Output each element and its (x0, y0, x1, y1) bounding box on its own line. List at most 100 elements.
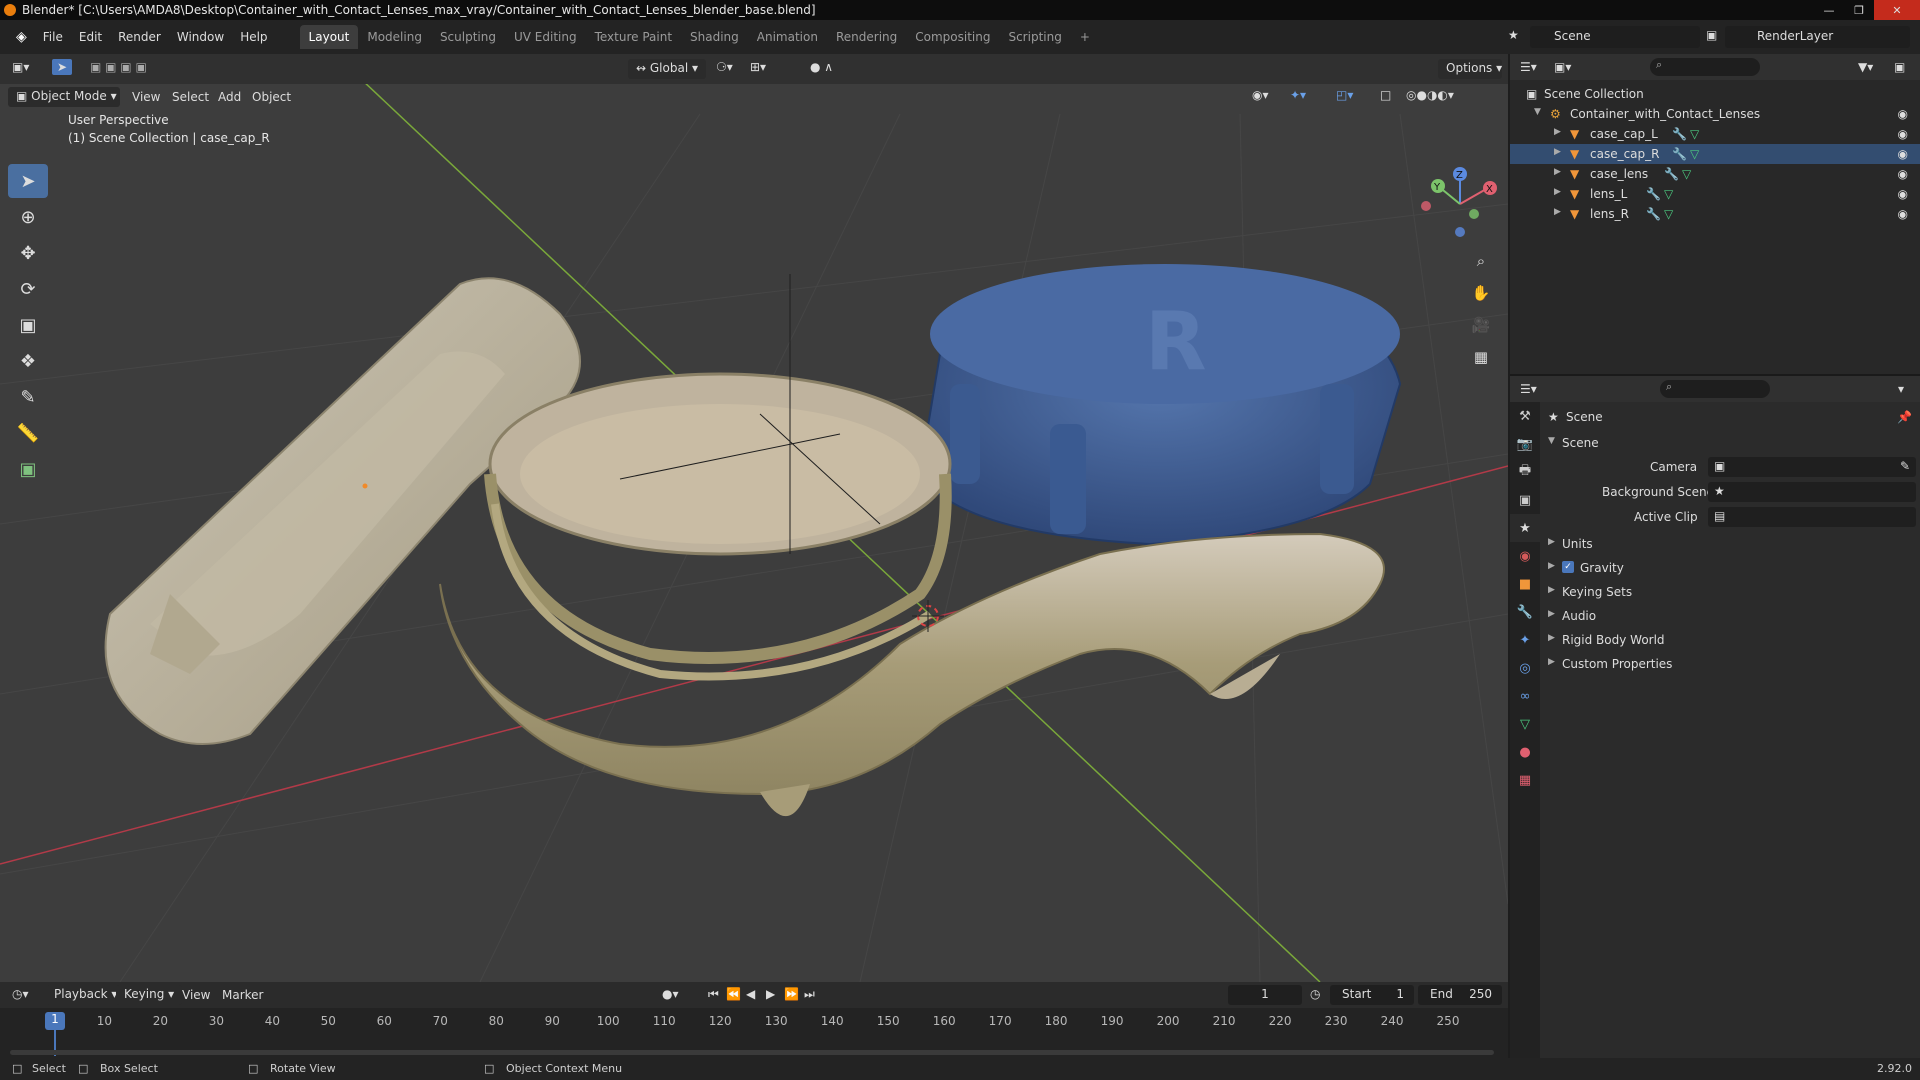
modifier-tab-icon[interactable]: 🔧 (1510, 598, 1540, 626)
play-reverse-icon[interactable]: ◀ (746, 987, 755, 1001)
active-clip-field[interactable]: ▤ (1708, 507, 1916, 527)
cursor-tool-icon[interactable]: ⊕ (8, 200, 48, 234)
pin-icon[interactable]: 📌 (1897, 410, 1912, 424)
tool-tab-icon[interactable]: ⚒ (1510, 402, 1540, 430)
menu-render[interactable]: Render (110, 30, 169, 44)
shading-modes-icons[interactable]: ◎●◑◐▾ (1406, 88, 1454, 102)
filter-icon[interactable]: ▼▾ (1858, 60, 1873, 74)
mesh-data-icon[interactable]: ▽ (1664, 207, 1673, 221)
outliner-row-case-cap-r[interactable]: ▶ ▼ case_cap_R 🔧 ▽ ◉ (1510, 144, 1920, 164)
eyedropper-icon[interactable]: ✎ (1900, 459, 1910, 473)
outliner-editor-icon[interactable]: ☰▾ (1520, 60, 1537, 74)
pan-hand-icon[interactable]: ✋ (1466, 278, 1496, 308)
blender-menu-icon[interactable]: ◈ (8, 29, 35, 45)
output-tab-icon[interactable]: 🖶 (1510, 458, 1540, 486)
outliner-row-lens-r[interactable]: ▶ ▼ lens_R 🔧 ▽ ◉ (1510, 204, 1920, 224)
add-workspace-button[interactable]: + (1071, 25, 1099, 49)
constraints-tab-icon[interactable]: ∞ (1510, 682, 1540, 710)
camera-field[interactable]: ▣ ✎ (1708, 457, 1916, 477)
3d-viewport[interactable]: R ▣▾ ➤ ▣ ▣ ▣ ▣ ↭ Global ▾ ⚆▾ ⊞▾ ● ∧ Opti… (0, 54, 1508, 982)
properties-search-input[interactable]: ⌕ (1660, 380, 1770, 398)
visibility-eye-icon[interactable]: ◉ (1898, 107, 1908, 121)
menu-object[interactable]: Object (252, 90, 291, 104)
scene-selector[interactable]: Scene (1530, 26, 1700, 48)
options-dropdown[interactable]: Options ▾ (1438, 59, 1502, 79)
minimize-button[interactable]: — (1814, 0, 1844, 20)
expand-toggle-icon[interactable]: ▼ (1534, 107, 1541, 117)
world-tab-icon[interactable]: ◉ (1510, 542, 1540, 570)
next-keyframe-icon[interactable]: ⏩ (784, 987, 799, 1001)
select-tool-icon[interactable]: ➤ (52, 59, 73, 75)
render-tab-icon[interactable]: 📷 (1510, 430, 1540, 458)
tab-modeling[interactable]: Modeling (358, 25, 431, 49)
tab-uv-editing[interactable]: UV Editing (505, 25, 586, 49)
new-collection-icon[interactable]: ▣ (1894, 60, 1905, 74)
editor-type-icon[interactable]: ▣▾ (12, 60, 29, 74)
case-cap-l-object[interactable] (104, 277, 581, 745)
keying-menu[interactable]: Keying ▾ (116, 985, 183, 1005)
tab-texture-paint[interactable]: Texture Paint (586, 25, 681, 49)
properties-options-icon[interactable]: ▾ (1898, 382, 1904, 396)
object-mode-dropdown[interactable]: ▣ Object Mode ▾ (8, 87, 120, 107)
overlays-icon[interactable]: ◰▾ (1336, 88, 1353, 102)
transform-tool-icon[interactable]: ❖ (8, 344, 48, 378)
proportional-edit-icon[interactable]: ● ∧ (810, 60, 833, 74)
jump-start-icon[interactable]: ⏮ (708, 987, 719, 1002)
select-mode-icons[interactable]: ▣ ▣ ▣ ▣ (90, 60, 147, 74)
audio-subpanel[interactable]: ▶ Audio (1540, 604, 1920, 628)
outliner-row-case-cap-l[interactable]: ▶ ▼ case_cap_L 🔧 ▽ ◉ (1510, 124, 1920, 144)
timeline-scrollbar[interactable] (10, 1050, 1494, 1055)
expand-toggle-icon[interactable]: ▶ (1554, 207, 1561, 217)
data-tab-icon[interactable]: ▽ (1510, 710, 1540, 738)
modifier-wrench-icon[interactable]: 🔧 (1672, 147, 1687, 161)
visibility-eye-icon[interactable]: ◉ (1898, 127, 1908, 141)
tab-sculpting[interactable]: Sculpting (431, 25, 505, 49)
expand-toggle-icon[interactable]: ▶ (1554, 167, 1561, 177)
visibility-eye-icon[interactable]: ◉ (1898, 207, 1908, 221)
menu-file[interactable]: File (35, 30, 71, 44)
tab-scripting[interactable]: Scripting (999, 25, 1070, 49)
start-frame-field[interactable]: Start 1 (1330, 985, 1414, 1005)
zoom-icon[interactable]: ⌕ (1466, 246, 1496, 276)
move-tool-icon[interactable]: ✥ (8, 236, 48, 270)
visibility-eye-icon[interactable]: ◉ (1898, 187, 1908, 201)
prev-keyframe-icon[interactable]: ⏪ (726, 987, 741, 1001)
expand-toggle-icon[interactable]: ▶ (1554, 127, 1561, 137)
annotate-tool-icon[interactable]: ✎ (8, 380, 48, 414)
mesh-data-icon[interactable]: ▽ (1690, 147, 1699, 161)
menu-add[interactable]: Add (218, 90, 241, 104)
menu-select[interactable]: Select (172, 90, 209, 104)
current-frame-field[interactable]: 1 (1228, 985, 1302, 1005)
outliner-row-case-lens[interactable]: ▶ ▼ case_lens 🔧 ▽ ◉ (1510, 164, 1920, 184)
modifier-wrench-icon[interactable]: 🔧 (1672, 127, 1687, 141)
scale-tool-icon[interactable]: ▣ (8, 308, 48, 342)
current-frame-indicator[interactable]: 1 (45, 1012, 65, 1030)
visibility-icon[interactable]: ◉▾ (1252, 88, 1269, 102)
pivot-point-icon[interactable]: ⚆▾ (716, 60, 733, 74)
modifier-wrench-icon[interactable]: 🔧 (1646, 187, 1661, 201)
visibility-eye-icon[interactable]: ◉ (1898, 147, 1908, 161)
rotate-tool-icon[interactable]: ⟳ (8, 272, 48, 306)
menu-edit[interactable]: Edit (71, 30, 110, 44)
gizmo-toggle-icon[interactable]: ✦▾ (1290, 88, 1306, 102)
tab-animation[interactable]: Animation (748, 25, 827, 49)
marker-menu[interactable]: Marker (222, 988, 263, 1002)
play-icon[interactable]: ▶ (766, 987, 775, 1001)
timeline-ruler[interactable]: 1 10 20 30 40 50 60 70 80 90 100 110 120 130 140 150 16… (0, 1008, 1508, 1058)
visibility-eye-icon[interactable]: ◉ (1898, 167, 1908, 181)
timeline-view-menu[interactable]: View (182, 988, 210, 1002)
snap-icon[interactable]: ⊞▾ (750, 60, 766, 74)
outliner-row-lens-l[interactable]: ▶ ▼ lens_L 🔧 ▽ ◉ (1510, 184, 1920, 204)
tab-compositing[interactable]: Compositing (906, 25, 999, 49)
display-mode-icon[interactable]: ▣▾ (1554, 60, 1571, 74)
gravity-subpanel[interactable]: ▶ ✓ Gravity (1540, 556, 1920, 580)
record-keyframe-icon[interactable]: ●▾ (662, 987, 679, 1001)
view-layer-tab-icon[interactable]: ▣ (1510, 486, 1540, 514)
close-window-button[interactable]: ✕ (1874, 0, 1920, 20)
expand-toggle-icon[interactable]: ▶ (1554, 187, 1561, 197)
mesh-data-icon[interactable]: ▽ (1664, 187, 1673, 201)
material-tab-icon[interactable]: ● (1510, 738, 1540, 766)
case-cap-r-object[interactable]: R (918, 264, 1402, 546)
tab-rendering[interactable]: Rendering (827, 25, 906, 49)
modifier-wrench-icon[interactable]: 🔧 (1646, 207, 1661, 221)
